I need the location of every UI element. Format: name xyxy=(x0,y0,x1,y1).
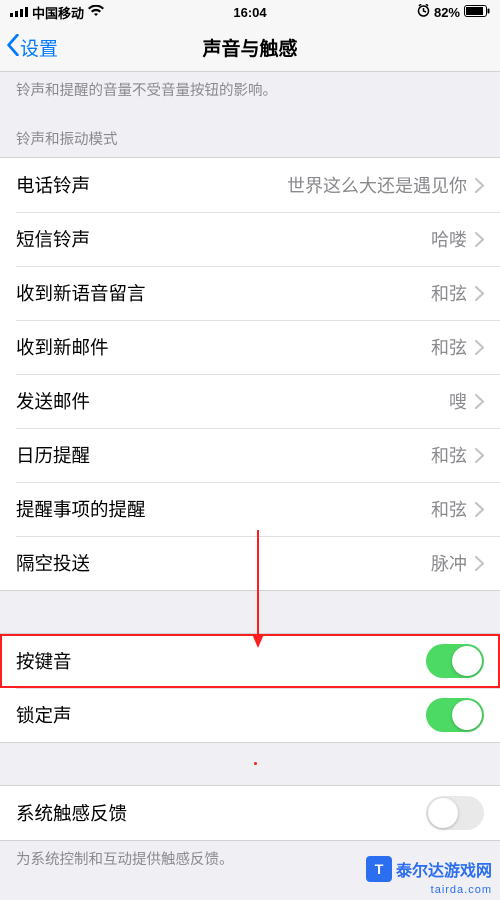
row-label: 收到新语音留言 xyxy=(16,280,146,306)
chevron-left-icon xyxy=(6,34,20,62)
lock-sound-toggle[interactable] xyxy=(426,698,484,732)
nav-bar: 设置 声音与触感 xyxy=(0,24,500,72)
row-value: 哈喽 xyxy=(431,226,467,252)
chevron-right-icon xyxy=(475,502,484,517)
row-value: 和弦 xyxy=(431,442,467,468)
ringtone-group: 电话铃声世界这么大还是遇见你短信铃声哈喽收到新语音留言和弦收到新邮件和弦发送邮件… xyxy=(0,157,500,591)
ringtone-row[interactable]: 提醒事项的提醒 和弦 xyxy=(0,482,500,536)
row-value: 和弦 xyxy=(431,496,467,522)
wifi-icon xyxy=(88,5,104,20)
signal-icon xyxy=(10,5,28,20)
chevron-right-icon xyxy=(475,286,484,301)
system-haptics-toggle-row: 系统触感反馈 xyxy=(0,786,500,840)
chevron-right-icon xyxy=(475,232,484,247)
keyboard-clicks-toggle-row: 按键音 xyxy=(0,634,500,688)
row-value: 嗖 xyxy=(449,388,467,414)
annotation-dot xyxy=(254,762,257,765)
ringtone-row[interactable]: 日历提醒 和弦 xyxy=(0,428,500,482)
row-label: 电话铃声 xyxy=(16,172,90,198)
row-label: 日历提醒 xyxy=(16,442,90,468)
page-title: 声音与触感 xyxy=(202,34,297,61)
chevron-right-icon xyxy=(475,340,484,355)
keyboard-clicks-toggle[interactable] xyxy=(426,644,484,678)
chevron-right-icon xyxy=(475,394,484,409)
watermark-text: 泰尔达游戏网 xyxy=(396,857,492,881)
ringtone-row[interactable]: 收到新邮件 和弦 xyxy=(0,320,500,374)
row-label: 按键音 xyxy=(16,648,72,674)
watermark: T 泰尔达游戏网 xyxy=(366,856,492,882)
row-value: 和弦 xyxy=(431,334,467,360)
carrier-label: 中国移动 xyxy=(32,3,84,22)
row-label: 提醒事项的提醒 xyxy=(16,496,146,522)
back-button[interactable]: 设置 xyxy=(0,34,58,62)
alarm-icon xyxy=(417,4,430,20)
status-left: 中国移动 xyxy=(10,3,104,22)
status-time: 16:04 xyxy=(233,5,266,20)
back-label: 设置 xyxy=(20,34,58,61)
haptics-group: 系统触感反馈 xyxy=(0,785,500,841)
row-label: 短信铃声 xyxy=(16,226,90,252)
watermark-sub: tairda.com xyxy=(431,884,492,896)
system-haptics-toggle[interactable] xyxy=(426,796,484,830)
row-value: 和弦 xyxy=(431,280,467,306)
ringtone-row[interactable]: 发送邮件 嗖 xyxy=(0,374,500,428)
chevron-right-icon xyxy=(475,178,484,193)
ringtone-section-header: 铃声和振动模式 xyxy=(0,110,500,157)
row-label: 收到新邮件 xyxy=(16,334,109,360)
ringtone-row[interactable]: 电话铃声 世界这么大还是遇见你 xyxy=(0,158,500,212)
row-value: 脉冲 xyxy=(431,550,467,576)
watermark-logo-icon: T xyxy=(366,856,392,882)
row-label: 锁定声 xyxy=(16,702,72,728)
battery-icon xyxy=(464,5,490,20)
row-value: 世界这么大还是遇见你 xyxy=(287,172,467,198)
ringtone-row[interactable]: 短信铃声 哈喽 xyxy=(0,212,500,266)
row-label: 隔空投送 xyxy=(16,550,90,576)
battery-pct: 82% xyxy=(434,5,460,20)
chevron-right-icon xyxy=(475,448,484,463)
chevron-right-icon xyxy=(475,556,484,571)
ringtone-row[interactable]: 收到新语音留言 和弦 xyxy=(0,266,500,320)
volume-hint: 铃声和提醒的音量不受音量按钮的影响。 xyxy=(0,72,500,110)
switch-group: 按键音锁定声 xyxy=(0,633,500,743)
row-label: 系统触感反馈 xyxy=(16,800,127,826)
row-label: 发送邮件 xyxy=(16,388,90,414)
status-bar: 中国移动 16:04 82% xyxy=(0,0,500,24)
status-right: 82% xyxy=(417,4,490,20)
lock-sound-toggle-row: 锁定声 xyxy=(0,688,500,742)
ringtone-row[interactable]: 隔空投送 脉冲 xyxy=(0,536,500,590)
